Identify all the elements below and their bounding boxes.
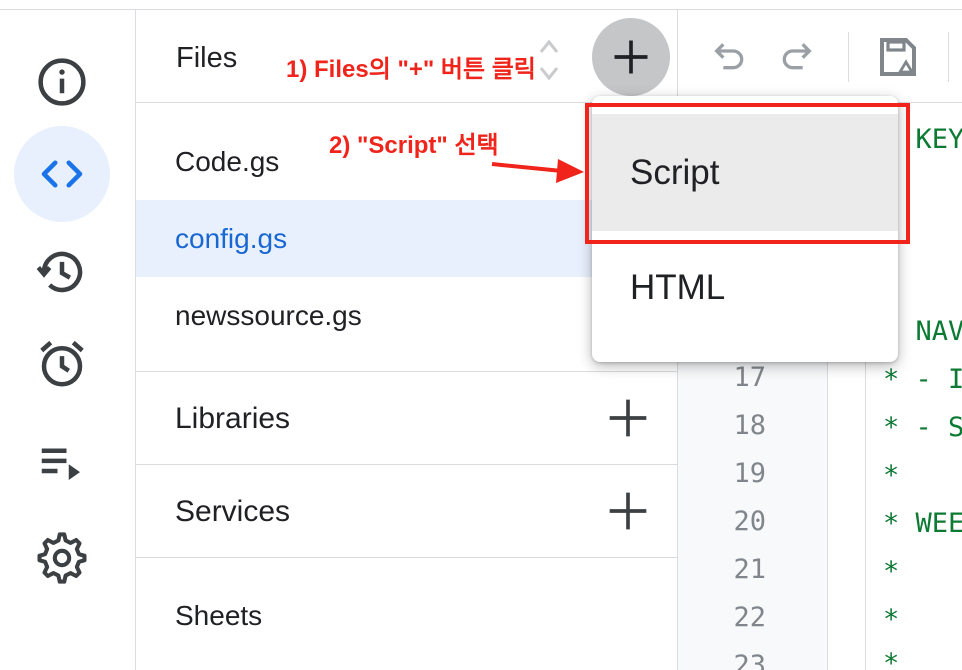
menu-item-html[interactable]: HTML [592,229,898,346]
add-service-icon[interactable] [606,489,650,533]
code-line[interactable]: * [883,460,899,491]
left-rail [0,10,135,670]
line-number: 22 [733,602,766,633]
code-line[interactable]: * - S [883,412,962,443]
add-library-icon[interactable] [606,396,650,440]
code-line[interactable]: * - I [883,364,962,395]
plus-icon [614,40,648,74]
line-number: 17 [733,362,766,393]
line-number: 19 [733,458,766,489]
line-number: 21 [733,554,766,585]
annotation-arrow [491,159,584,183]
redo-icon[interactable] [776,36,816,76]
code-line[interactable]: * [883,556,899,587]
code-icon[interactable] [14,126,110,222]
services-section: Services [136,464,677,557]
settings-icon[interactable] [14,510,110,606]
code-line[interactable]: * WEE [883,508,962,539]
annotation-highlight-box [585,103,910,244]
line-number: 18 [733,410,766,441]
annotation-step2: 2) "Script" 선택 [329,132,499,159]
info-icon[interactable] [14,34,110,130]
sort-icon[interactable] [532,30,566,90]
line-number: 20 [733,506,766,537]
services-label: Services [175,495,291,528]
libraries-section: Libraries [136,371,677,464]
line-number: 23 [733,650,766,670]
history-icon[interactable] [14,224,110,320]
files-title: Files [176,42,238,74]
sheets-section[interactable]: Sheets [136,557,677,650]
executions-icon[interactable] [14,414,110,510]
alarm-icon[interactable] [14,316,110,412]
editor-toolbar [678,10,962,103]
add-file-button[interactable] [592,18,670,96]
annotation-step1: 1) Files의 "+" 버튼 클릭 [286,56,536,83]
code-line[interactable]: * [883,648,899,670]
undo-icon[interactable] [710,36,750,76]
toolbar-separator [848,32,849,82]
save-to-drive-icon[interactable] [874,34,922,82]
sheets-label: Sheets [175,600,263,631]
libraries-label: Libraries [175,402,291,435]
code-line[interactable]: * [883,604,899,635]
toolbar-separator [948,32,949,82]
